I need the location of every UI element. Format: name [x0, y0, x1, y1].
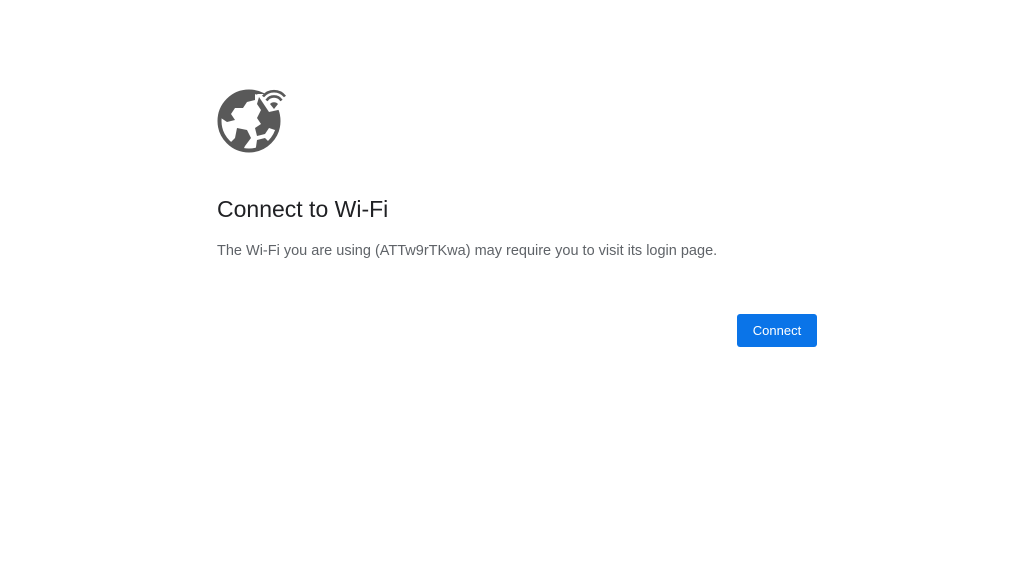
page: Connect to Wi-Fi The Wi-Fi you are using…: [0, 0, 1034, 576]
globe-wifi-icon: [217, 88, 287, 154]
captive-portal-notice: Connect to Wi-Fi The Wi-Fi you are using…: [217, 88, 817, 347]
page-description: The Wi-Fi you are using (ATTw9rTKwa) may…: [217, 243, 718, 259]
connect-button[interactable]: Connect: [737, 314, 817, 347]
page-title: Connect to Wi-Fi: [217, 196, 389, 222]
